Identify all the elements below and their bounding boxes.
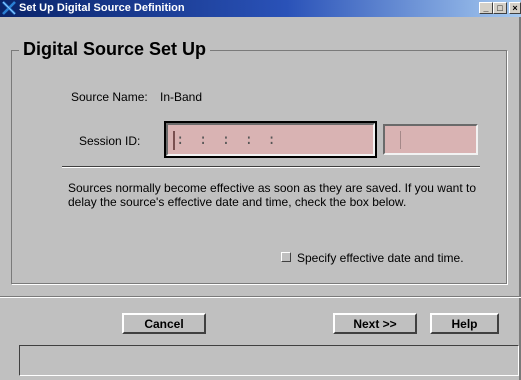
session-id-secondary-input[interactable] xyxy=(385,126,476,153)
info-text: Sources normally become effective as soo… xyxy=(68,181,476,209)
effective-date-checkbox-label[interactable]: Specify effective date and time. xyxy=(297,251,464,265)
maximize-button[interactable]: □ xyxy=(493,2,507,14)
status-bar xyxy=(19,345,519,376)
source-name-value: In-Band xyxy=(160,90,203,104)
close-button[interactable]: × xyxy=(509,2,521,14)
session-id-field-inner[interactable] xyxy=(166,123,375,156)
x-logo-icon xyxy=(2,1,16,15)
button-bar-separator xyxy=(0,296,521,298)
next-button[interactable]: Next >> xyxy=(333,313,417,334)
minimize-button[interactable]: _ xyxy=(479,2,493,14)
session-id-secondary-field[interactable] xyxy=(383,124,478,155)
group-title: Digital Source Set Up xyxy=(19,39,211,60)
text-cursor-icon xyxy=(173,131,175,150)
session-id-input[interactable] xyxy=(168,125,373,154)
text-cursor-icon-secondary xyxy=(400,131,401,149)
help-button[interactable]: Help xyxy=(430,313,499,334)
window-title: Set Up Digital Source Definition xyxy=(19,2,185,14)
window-titlebar[interactable]: Set Up Digital Source Definition _ □ × xyxy=(0,0,521,17)
source-name-label: Source Name: xyxy=(71,90,148,104)
session-id-label: Session ID: xyxy=(79,134,141,148)
cancel-button[interactable]: Cancel xyxy=(122,313,206,334)
effective-date-checkbox[interactable] xyxy=(281,252,291,262)
session-id-field[interactable] xyxy=(164,121,377,158)
separator xyxy=(62,166,480,168)
